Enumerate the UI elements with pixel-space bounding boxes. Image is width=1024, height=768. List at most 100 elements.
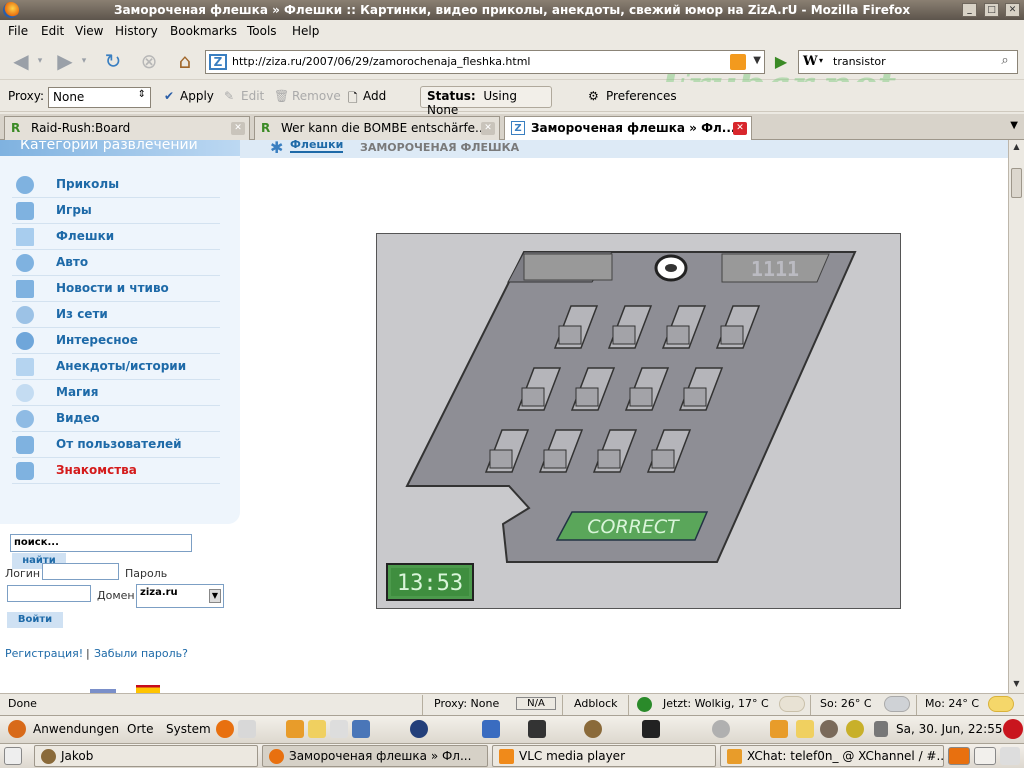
clipboard-tray-icon[interactable] <box>846 720 864 738</box>
sidebar-item-interesnoe[interactable]: Интересное <box>12 328 220 354</box>
workspace-2-icon[interactable] <box>974 747 996 765</box>
stop-button[interactable]: ⊗ <box>136 48 162 74</box>
close-tab-icon[interactable]: ✕ <box>481 122 495 135</box>
scroll-up-icon[interactable]: ▲ <box>1011 142 1022 154</box>
tab-list-dropdown-icon[interactable]: ▼ <box>1010 120 1018 131</box>
apply-button[interactable]: Apply <box>180 89 214 103</box>
menu-view[interactable]: View <box>75 24 103 38</box>
menu-history[interactable]: History <box>115 24 158 38</box>
site-search-input[interactable]: поиск... <box>10 534 192 552</box>
power-icon[interactable] <box>1003 719 1023 739</box>
task-vlc[interactable]: VLC media player <box>492 745 716 767</box>
register-link[interactable]: Регистрация! <box>5 647 83 660</box>
proxy-status[interactable]: Proxy: None <box>434 697 499 710</box>
trash-icon[interactable] <box>1000 747 1020 765</box>
maximize-button[interactable]: □ <box>984 3 999 17</box>
sidebar-item-znakomstva[interactable]: Знакомства <box>12 458 220 484</box>
sidebar-item-ot-polzovatelej[interactable]: От пользователей <box>12 432 220 458</box>
search-input[interactable]: transistor <box>833 55 886 68</box>
menu-bookmarks[interactable]: Bookmarks <box>170 24 237 38</box>
menu-places[interactable]: Orte <box>127 722 153 736</box>
home-button[interactable]: ⌂ <box>172 48 198 74</box>
page-scrollbar[interactable]: ▲ ▼ <box>1008 140 1024 693</box>
url-text[interactable]: http://ziza.ru/2007/06/29/zamorochenaja_… <box>232 55 530 68</box>
reload-button[interactable]: ↻ <box>100 48 126 74</box>
forgot-password-link[interactable]: Забыли пароль? <box>94 647 188 660</box>
forward-dropdown-icon[interactable]: ▾ <box>78 48 90 74</box>
login-submit-button[interactable]: Войти <box>7 612 63 628</box>
add-button[interactable]: Add <box>363 89 386 103</box>
edit-button[interactable]: Edit <box>241 89 264 103</box>
proxy-status-button[interactable]: Status: Using None <box>420 86 552 117</box>
users-launcher-icon[interactable] <box>308 720 326 738</box>
url-bar[interactable]: Z http://ziza.ru/2007/06/29/zamorochenaj… <box>205 50 765 74</box>
workspace-1-icon[interactable] <box>948 747 970 765</box>
green-status-icon[interactable] <box>637 697 652 712</box>
sidebar-item-prikoly[interactable]: Приколы <box>12 172 220 198</box>
menu-file[interactable]: File <box>8 24 28 38</box>
scroll-down-icon[interactable]: ▼ <box>1011 679 1022 691</box>
task-jakob[interactable]: Jakob <box>34 745 258 767</box>
tab-ziza-active[interactable]: Z Замороченая флешка » Фл... ✕ <box>504 116 752 141</box>
xchat-tray-icon[interactable] <box>770 720 788 738</box>
login-input[interactable] <box>42 563 119 580</box>
sidebar-item-magiya[interactable]: Магия <box>12 380 220 406</box>
menu-edit[interactable]: Edit <box>41 24 64 38</box>
volume-icon[interactable] <box>874 721 888 737</box>
media-launcher-icon[interactable] <box>642 720 660 738</box>
close-tab-icon[interactable]: ✕ <box>231 122 245 135</box>
text-editor-launcher-icon[interactable] <box>330 720 348 738</box>
task-xchat[interactable]: XChat: telef0n_ @ XChannel / #... <box>720 745 944 767</box>
puzzle-launcher-icon[interactable] <box>482 720 500 738</box>
wikipedia-icon[interactable]: W <box>803 54 818 69</box>
task-firefox[interactable]: Замороченая флешка » Фл... <box>262 745 488 767</box>
show-desktop-icon[interactable] <box>4 747 22 765</box>
apple-icon[interactable] <box>712 720 730 738</box>
tab-bombe[interactable]: R Wer kann die BOMBE entschärfe... ✕ <box>254 116 500 140</box>
flag-spain-icon[interactable] <box>136 685 160 693</box>
terminal-launcher-icon[interactable] <box>528 720 546 738</box>
breadcrumb-section-link[interactable]: Флешки <box>290 140 344 153</box>
domain-select[interactable]: ziza.ru ▼ <box>136 584 224 608</box>
flash-game-bomb[interactable]: 1111 CORRECT 13:53 <box>376 233 901 609</box>
back-dropdown-icon[interactable]: ▾ <box>34 48 46 74</box>
ubuntu-logo-icon[interactable] <box>8 720 26 738</box>
search-engine-dropdown-icon[interactable]: ▾ <box>819 56 823 65</box>
sidebar-item-novosti[interactable]: Новости и чтиво <box>12 276 220 302</box>
menu-help[interactable]: Help <box>292 24 319 38</box>
menu-system[interactable]: System <box>166 722 211 736</box>
na-indicator[interactable]: N/A <box>516 697 556 710</box>
close-tab-icon[interactable]: ✕ <box>733 122 747 135</box>
weather-monday[interactable]: Mo: 24° C <box>925 697 979 710</box>
close-window-button[interactable]: ✕ <box>1005 3 1020 17</box>
sidebar-item-fleshki[interactable]: Флешки <box>12 224 220 250</box>
search-icon[interactable]: ⌕ <box>995 53 1015 71</box>
back-button[interactable]: ◀ <box>8 48 34 74</box>
sidebar-item-iz-seti[interactable]: Из сети <box>12 302 220 328</box>
sidebar-item-video[interactable]: Видео <box>12 406 220 432</box>
weather-sunday[interactable]: So: 26° C <box>820 697 872 710</box>
globe-launcher-icon[interactable] <box>410 720 428 738</box>
calculator-launcher-icon[interactable] <box>352 720 370 738</box>
search-bar[interactable]: W ▾ transistor ⌕ <box>798 50 1018 74</box>
minimize-button[interactable]: _ <box>962 3 977 17</box>
menu-applications[interactable]: Anwendungen <box>33 722 119 736</box>
scroll-thumb[interactable] <box>1011 168 1022 198</box>
menu-tools[interactable]: Tools <box>247 24 277 38</box>
adblock-indicator[interactable]: Adblock <box>574 697 618 710</box>
mail-launcher-icon[interactable] <box>238 720 256 738</box>
sidebar-item-anekdoty[interactable]: Анекдоты/истории <box>12 354 220 380</box>
password-input[interactable] <box>7 585 91 602</box>
remove-button[interactable]: Remove <box>292 89 341 103</box>
go-button[interactable]: ▶ <box>770 51 792 73</box>
preferences-button[interactable]: Preferences <box>606 89 677 103</box>
weather-now[interactable]: Jetzt: Wolkig, 17° C <box>663 697 769 710</box>
url-dropdown-icon[interactable]: ▼ <box>753 55 761 66</box>
update-tray-icon[interactable] <box>820 720 838 738</box>
sidebar-item-igry[interactable]: Игры <box>12 198 220 224</box>
forward-button[interactable]: ▶ <box>52 48 78 74</box>
firefox-launcher-icon[interactable] <box>216 720 234 738</box>
rss-feed-icon[interactable] <box>730 54 746 70</box>
tab-raid-rush[interactable]: R Raid-Rush:Board ✕ <box>4 116 250 140</box>
sidebar-item-avto[interactable]: Авто <box>12 250 220 276</box>
